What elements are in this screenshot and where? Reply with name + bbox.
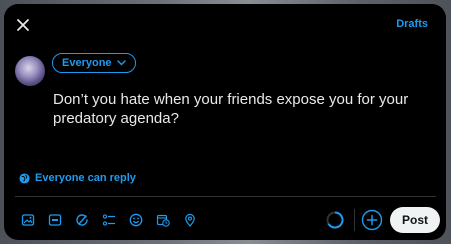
gif-icon (48, 214, 61, 226)
schedule-icon (156, 214, 170, 227)
character-count-progress (326, 211, 344, 229)
divider (15, 196, 436, 197)
poll-icon (102, 214, 115, 226)
globe-icon (19, 172, 30, 184)
add-post-button[interactable] (361, 209, 383, 231)
avatar[interactable] (15, 56, 45, 86)
emoji-icon (129, 213, 142, 227)
compose-modal: Drafts Everyone Don’t you hate when your… (4, 4, 446, 240)
close-icon (17, 19, 29, 31)
tweet-text-editor[interactable]: Don’t you hate when your friends expose … (53, 90, 433, 128)
reply-setting-button[interactable]: Everyone can reply (19, 172, 136, 184)
grok-icon (75, 214, 88, 226)
chevron-down-icon (116, 60, 126, 66)
emoji-button[interactable] (122, 208, 149, 232)
reply-setting-label: Everyone can reply (35, 172, 136, 184)
plus-circle-icon (361, 209, 383, 231)
schedule-button[interactable] (149, 208, 176, 232)
poll-button[interactable] (95, 208, 122, 232)
media-button[interactable] (14, 208, 41, 232)
post-button[interactable]: Post (390, 207, 440, 233)
audience-dropdown[interactable]: Everyone (52, 53, 136, 73)
media-icon (21, 214, 34, 226)
gif-button[interactable] (41, 208, 68, 232)
close-button[interactable] (16, 18, 30, 32)
audience-label: Everyone (62, 57, 112, 69)
composer-toolbar (14, 208, 203, 232)
location-icon (184, 213, 195, 227)
toolbar-separator (354, 209, 355, 231)
location-button[interactable] (176, 208, 203, 232)
drafts-link[interactable]: Drafts (396, 18, 428, 30)
grok-button[interactable] (68, 208, 95, 232)
